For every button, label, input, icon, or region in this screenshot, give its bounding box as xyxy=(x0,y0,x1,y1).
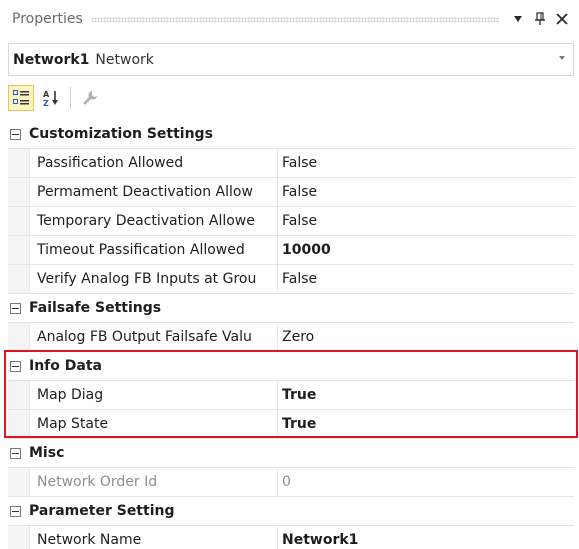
category-label: Customization Settings xyxy=(29,126,213,142)
chevron-down-icon[interactable] xyxy=(559,56,565,60)
category-parameter-setting[interactable]: Parameter Setting xyxy=(8,497,574,526)
property-value[interactable]: False xyxy=(278,178,574,206)
collapse-icon[interactable] xyxy=(10,128,21,140)
property-value: 0 xyxy=(282,474,291,490)
property-name: Timeout Passification Allowed xyxy=(30,236,278,264)
property-name: Temporary Deactivation Allowe xyxy=(30,207,278,235)
property-name: Permament Deactivation Allow xyxy=(30,178,278,206)
collapse-icon[interactable] xyxy=(10,360,21,372)
svg-text:A: A xyxy=(43,90,50,99)
property-name: Verify Analog FB Inputs at Grou xyxy=(30,265,278,293)
titlebar-grip[interactable] xyxy=(90,16,499,22)
property-pages-button[interactable] xyxy=(77,85,103,111)
category-customization-settings[interactable]: Customization Settings xyxy=(8,120,574,149)
property-value[interactable]: False xyxy=(278,265,574,293)
property-value[interactable]: True xyxy=(278,381,574,409)
property-value[interactable]: 10000 xyxy=(278,236,574,264)
category-label: Misc xyxy=(29,445,65,461)
dropdown-arrow-icon[interactable] xyxy=(509,10,527,28)
property-grid: Customization Settings Passification All… xyxy=(8,120,574,549)
panel-title: Properties xyxy=(12,11,83,27)
property-row[interactable]: Temporary Deactivation Allowe False xyxy=(8,207,574,236)
property-name: Analog FB Output Failsafe Valu xyxy=(30,323,278,351)
property-row[interactable]: Network Name Network1 xyxy=(8,526,574,549)
properties-panel: Properties Network1 Network A Z Customiz… xyxy=(0,0,579,549)
property-value[interactable]: False xyxy=(278,149,574,177)
property-name: Network Name xyxy=(30,526,278,549)
category-label: Parameter Setting xyxy=(29,503,175,519)
property-value[interactable]: Network1 xyxy=(278,526,574,549)
property-value[interactable]: True xyxy=(278,410,574,438)
categorized-button[interactable] xyxy=(8,85,34,111)
property-row[interactable]: Verify Analog FB Inputs at Grou False xyxy=(8,265,574,294)
category-failsafe-settings[interactable]: Failsafe Settings xyxy=(8,294,574,323)
panel-titlebar: Properties xyxy=(0,0,579,38)
toolbar-separator xyxy=(70,87,71,109)
property-name: Map Diag xyxy=(30,381,278,409)
property-name: Passification Allowed xyxy=(30,149,278,177)
object-selector[interactable]: Network1 Network xyxy=(8,43,574,76)
collapse-icon[interactable] xyxy=(10,447,21,459)
property-row[interactable]: Analog FB Output Failsafe Valu Zero xyxy=(8,323,574,352)
property-row[interactable]: Map Diag True xyxy=(8,381,574,410)
properties-toolbar: A Z xyxy=(8,80,574,116)
property-row[interactable]: Network Order Id 0 xyxy=(8,468,574,497)
category-info-data[interactable]: Info Data xyxy=(8,352,574,381)
collapse-icon[interactable] xyxy=(10,505,21,517)
property-name: Map State xyxy=(30,410,278,438)
category-misc[interactable]: Misc xyxy=(8,439,574,468)
wrench-icon xyxy=(83,91,97,105)
category-label: Info Data xyxy=(29,358,102,374)
property-value[interactable]: False xyxy=(278,207,574,235)
property-value[interactable]: Zero xyxy=(278,323,574,351)
selected-object-type: Network xyxy=(95,51,154,68)
sort-alphabetical-icon: A Z xyxy=(43,90,58,107)
alphabetical-button[interactable]: A Z xyxy=(38,85,64,111)
collapse-icon[interactable] xyxy=(10,302,21,314)
selected-object-name: Network1 xyxy=(13,51,90,68)
svg-text:Z: Z xyxy=(43,99,49,107)
property-row[interactable]: Permament Deactivation Allow False xyxy=(8,178,574,207)
pin-icon[interactable] xyxy=(531,10,549,28)
property-row[interactable]: Passification Allowed False xyxy=(8,149,574,178)
close-icon[interactable] xyxy=(553,10,571,28)
property-name: Network Order Id xyxy=(30,468,278,496)
property-row[interactable]: Timeout Passification Allowed 10000 xyxy=(8,236,574,265)
categorized-icon xyxy=(13,90,29,105)
property-row[interactable]: Map State True xyxy=(8,410,574,439)
category-label: Failsafe Settings xyxy=(29,300,162,316)
